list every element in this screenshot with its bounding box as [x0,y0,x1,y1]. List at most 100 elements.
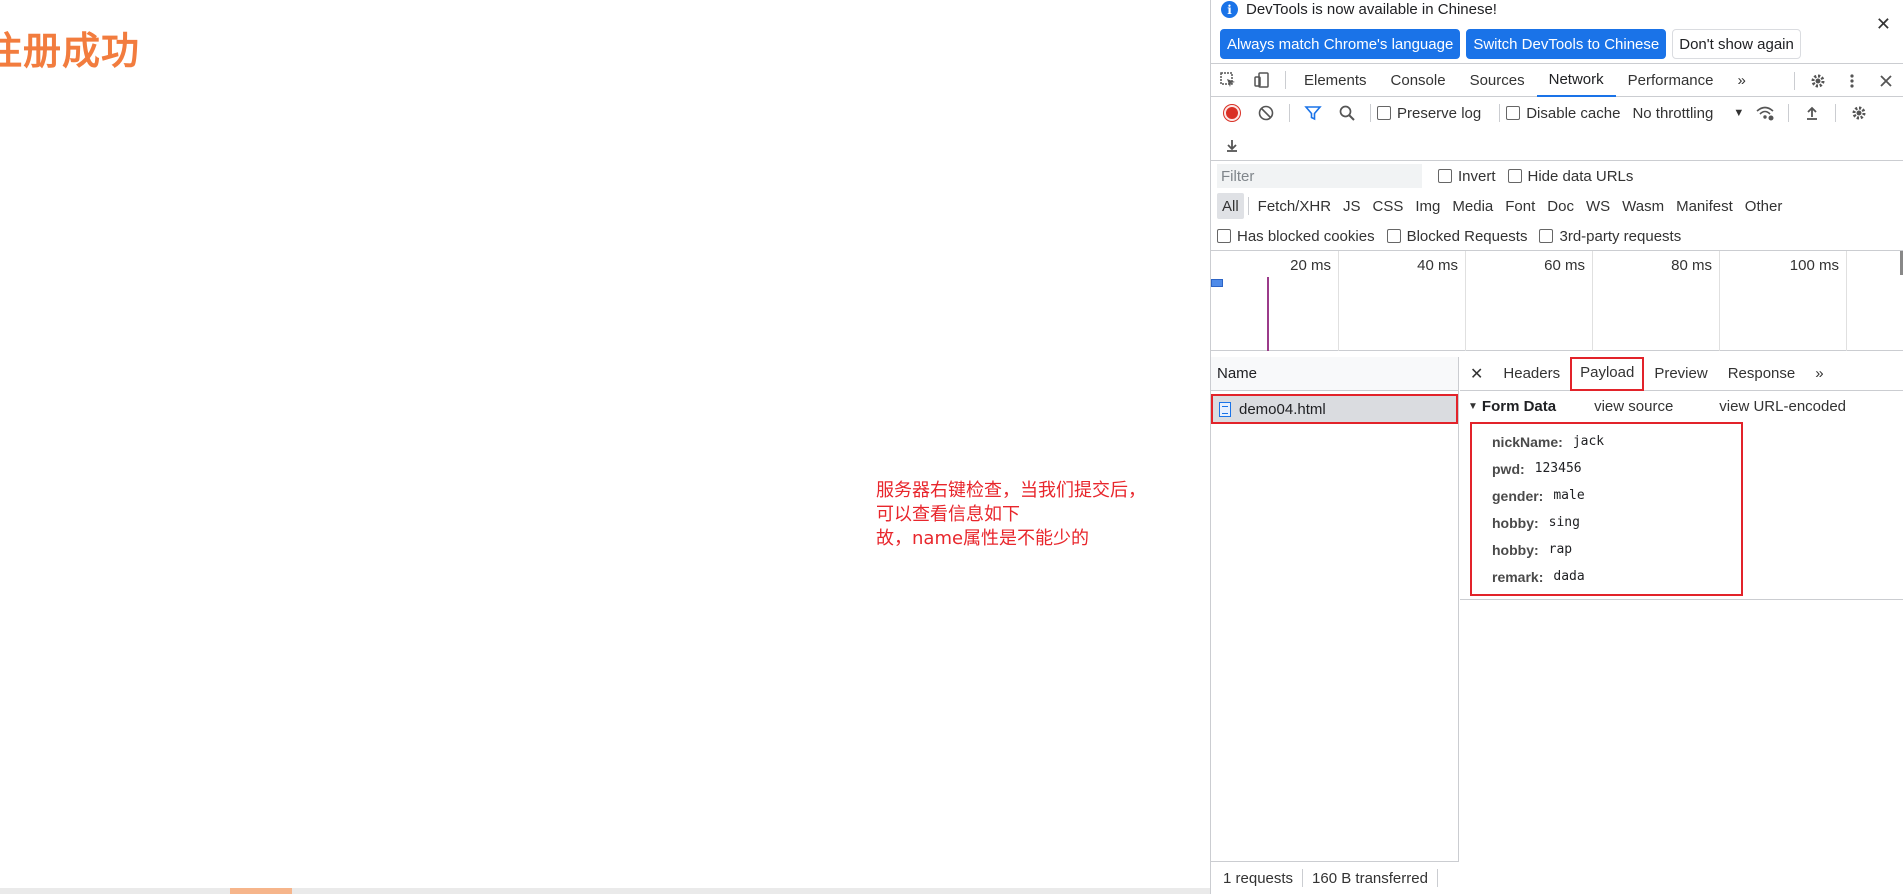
tab-performance[interactable]: Performance [1616,64,1726,97]
timeline-tick-label: 60 ms [1544,257,1585,274]
more-tabs-icon[interactable]: » [1726,64,1758,97]
form-field-row: gender: male [1492,482,1741,509]
type-filter-other[interactable]: Other [1740,193,1788,219]
field-key: remark: [1492,568,1544,585]
annotation-note: 服务器右键检查，当我们提交后， 可以查看信息如下 故，name属性是不能少的 [876,479,1176,551]
field-key: pwd: [1492,460,1525,477]
request-count: 1 requests [1223,869,1294,887]
type-filter-fetch-xhr[interactable]: Fetch/XHR [1253,193,1336,219]
tab-sources[interactable]: Sources [1458,64,1537,97]
document-icon [1219,401,1231,417]
tab-headers[interactable]: Headers [1493,357,1570,391]
filter-icon[interactable] [1296,97,1330,130]
request-detail-panel: ✕ Headers Payload Preview Response » ▼ F… [1460,356,1903,894]
network-conditions-icon[interactable] [1748,97,1782,130]
type-filter-font[interactable]: Font [1500,193,1540,219]
name-column-header[interactable]: Name [1211,357,1458,391]
type-filter-doc[interactable]: Doc [1542,193,1579,219]
info-icon: i [1221,1,1238,18]
timeline-tick-label: 100 ms [1789,257,1839,274]
throttling-select[interactable]: No throttling ▼ [1632,105,1744,122]
tab-preview[interactable]: Preview [1644,357,1717,391]
timeline-tick-label: 80 ms [1671,257,1712,274]
request-list: Name demo04.html 1 requests 160 B transf… [1211,357,1459,894]
scrollbar-thumb[interactable] [230,888,292,894]
third-party-requests-checkbox[interactable]: 3rd-party requests [1539,228,1681,245]
dont-show-again-button[interactable]: Don't show again [1672,29,1801,59]
network-overview-timeline[interactable]: 20 ms 40 ms 60 ms 80 ms 100 ms [1211,251,1903,351]
field-value: jack [1572,434,1605,449]
close-icon[interactable]: ✕ [1876,14,1891,35]
field-value: rap [1548,542,1573,557]
tab-network[interactable]: Network [1536,64,1616,97]
view-source-link[interactable]: view source [1594,398,1673,415]
devtools-panel: i DevTools is now available in Chinese! … [1210,0,1903,894]
request-row[interactable]: demo04.html [1211,394,1458,424]
tab-elements[interactable]: Elements [1292,64,1379,97]
preserve-log-checkbox[interactable]: Preserve log [1377,105,1481,122]
disable-cache-checkbox[interactable]: Disable cache [1506,105,1620,122]
type-filter-media[interactable]: Media [1447,193,1498,219]
more-detail-tabs-icon[interactable]: » [1805,357,1833,391]
field-value: dada [1553,569,1585,584]
type-filter-wasm[interactable]: Wasm [1617,193,1669,219]
chevron-down-icon: ▼ [1733,107,1745,119]
search-icon[interactable] [1330,97,1364,130]
tab-payload[interactable]: Payload [1570,356,1645,391]
transferred-size: 160 B transferred [1312,869,1428,887]
field-value: 123456 [1534,461,1582,476]
record-icon[interactable] [1215,97,1249,130]
hide-data-urls-checkbox[interactable]: Hide data URLs [1507,168,1633,185]
page-content: 注册成功 服务器右键检查，当我们提交后， 可以查看信息如下 故，name属性是不… [0,0,1210,894]
view-url-encoded-link[interactable]: view URL-encoded [1719,398,1846,415]
import-har-icon[interactable] [1795,97,1829,130]
always-match-language-button[interactable]: Always match Chrome's language [1220,29,1461,59]
note-line: 服务器右键检查，当我们提交后， [876,480,1146,501]
filter-bar: Filter Invert Hide data URLs All Fetch/X… [1211,161,1903,251]
field-key: hobby: [1492,541,1539,558]
type-filter-js[interactable]: JS [1338,193,1366,219]
form-field-row: hobby: rap [1492,536,1741,563]
field-value: sing [1548,515,1580,530]
timeline-tick-label: 40 ms [1417,257,1458,274]
switch-to-chinese-button[interactable]: Switch DevTools to Chinese [1466,29,1667,59]
tab-response[interactable]: Response [1718,357,1806,391]
form-data-fields: nickName: jack pwd: 123456 gender: male … [1470,422,1743,596]
has-blocked-cookies-checkbox[interactable]: Has blocked cookies [1217,228,1375,245]
close-devtools-icon[interactable] [1869,64,1903,97]
timeline-tick-label: 20 ms [1290,257,1331,274]
type-filter-css[interactable]: CSS [1368,193,1409,219]
network-settings-icon[interactable] [1842,97,1876,130]
tab-console[interactable]: Console [1379,64,1458,97]
close-detail-icon[interactable]: ✕ [1460,357,1493,391]
kebab-menu-icon[interactable] [1835,64,1869,97]
filter-input[interactable]: Filter [1217,164,1422,188]
field-value: male [1553,488,1585,503]
timeline-load-marker [1267,277,1269,351]
network-lower-area: Name demo04.html 1 requests 160 B transf… [1211,356,1903,894]
type-filter-manifest[interactable]: Manifest [1671,193,1738,219]
form-field-row: remark: dada [1492,563,1741,590]
detail-tabbar: ✕ Headers Payload Preview Response » [1460,356,1903,391]
clear-icon[interactable] [1249,97,1283,130]
form-data-header: ▼ Form Data view source view URL-encoded [1460,391,1903,421]
note-line: 可以查看信息如下 [876,504,1020,525]
infobar-message: DevTools is now available in Chinese! [1246,1,1497,18]
device-toolbar-icon[interactable] [1245,64,1279,97]
invert-checkbox[interactable]: Invert [1438,168,1496,185]
triangle-down-icon[interactable]: ▼ [1468,401,1478,412]
settings-gear-icon[interactable] [1801,64,1835,97]
export-har-icon[interactable] [1215,129,1249,162]
form-field-row: nickName: jack [1492,428,1741,455]
type-filter-all[interactable]: All [1217,193,1244,219]
network-status-bar: 1 requests 160 B transferred [1211,861,1459,894]
type-filter-img[interactable]: Img [1410,193,1445,219]
field-key: nickName: [1492,433,1563,450]
type-filter-ws[interactable]: WS [1581,193,1615,219]
note-line: 故，name属性是不能少的 [876,528,1090,549]
blocked-requests-checkbox[interactable]: Blocked Requests [1386,228,1527,245]
form-data-title[interactable]: Form Data [1482,398,1556,415]
inspect-element-icon[interactable] [1211,64,1245,97]
horizontal-scrollbar[interactable] [0,888,1210,894]
divider [1460,598,1903,600]
